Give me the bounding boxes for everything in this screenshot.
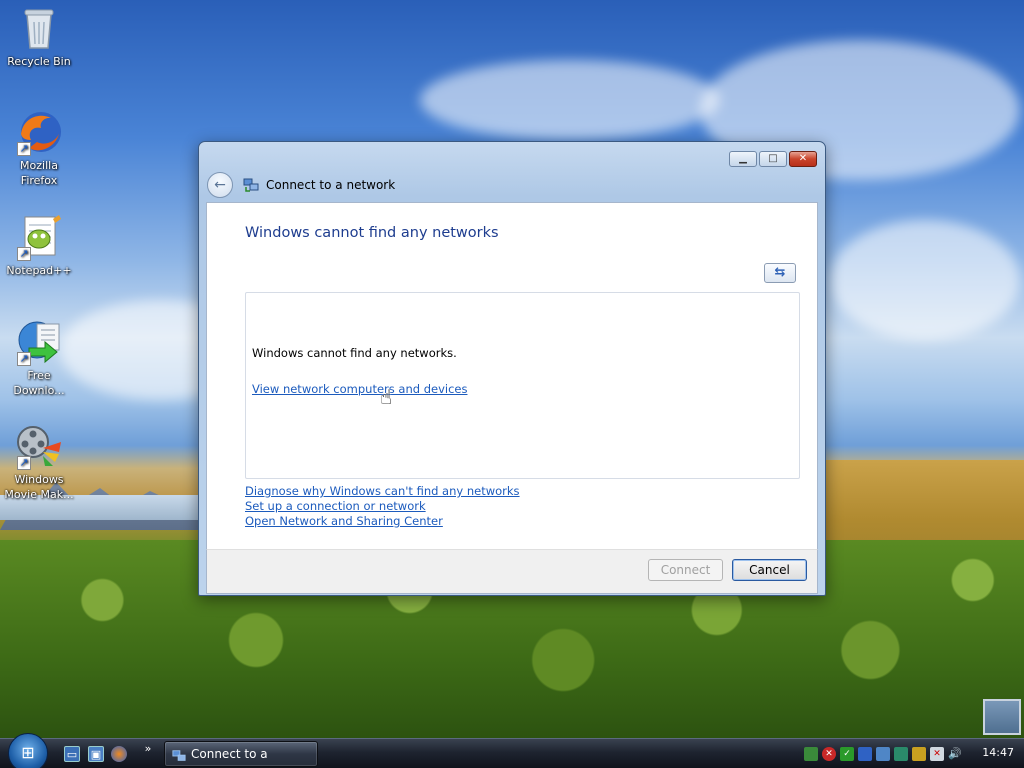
- network-disconnected-icon[interactable]: ✕: [930, 747, 944, 761]
- network-list[interactable]: Windows cannot find any networks. View n…: [245, 292, 800, 479]
- window-title: Connect to a network: [266, 178, 396, 192]
- view-network-computers-link[interactable]: View network computers and devices: [252, 382, 467, 396]
- security-alert-icon[interactable]: ✕: [822, 747, 836, 761]
- desktop-icon-notepad-plus-plus[interactable]: ↗ Notepad++: [2, 213, 76, 278]
- recycle-bin-icon: [15, 4, 63, 52]
- no-networks-message: Windows cannot find any networks.: [252, 346, 457, 360]
- switch-windows-icon[interactable]: ▣: [88, 746, 104, 762]
- desktop-icon-label: Windows Movie Mak...: [4, 473, 74, 501]
- notepad-plus-plus-icon: ↗: [15, 213, 63, 261]
- cloud: [420, 60, 720, 140]
- cloud: [830, 220, 1020, 340]
- taskbar: ⊞ ▭ ▣ » Connect to a network ✕ ✓ ✕ 🔊 14:…: [0, 733, 1024, 768]
- network-connection-icon: [243, 177, 259, 193]
- setup-connection-link[interactable]: Set up a connection or network: [245, 499, 426, 513]
- refresh-button[interactable]: ⇆: [764, 263, 796, 283]
- hand-cursor-icon: ☝: [380, 385, 393, 409]
- tray-app-icon[interactable]: [912, 747, 926, 761]
- taskbar-clock[interactable]: 14:47: [982, 746, 1014, 759]
- firefox-icon: ↗: [15, 108, 63, 156]
- connect-button[interactable]: Connect: [648, 559, 723, 581]
- cancel-button[interactable]: Cancel: [732, 559, 807, 581]
- diagnose-link[interactable]: Diagnose why Windows can't find any netw…: [245, 484, 520, 498]
- tray-app-icon[interactable]: [804, 747, 818, 761]
- close-button[interactable]: ✕: [789, 151, 817, 167]
- taskbar-item-label: Connect to a network: [191, 747, 268, 761]
- free-download-manager-icon: ↗: [15, 318, 63, 366]
- shortcut-arrow-icon: ↗: [17, 247, 31, 261]
- task-links: Diagnose why Windows can't find any netw…: [245, 484, 520, 529]
- desktop-icon-label: Recycle Bin: [7, 55, 71, 68]
- desktop-icon-windows-movie-maker[interactable]: ↗ Windows Movie Mak...: [2, 422, 76, 502]
- network-connection-icon: [172, 747, 186, 761]
- dialog-content: Windows cannot find any networks ⇆ Windo…: [206, 202, 818, 549]
- refresh-icon: ⇆: [774, 265, 786, 280]
- desktop-icon-label: Notepad++: [6, 264, 72, 277]
- start-button[interactable]: ⊞: [8, 733, 48, 768]
- tray-app-icon[interactable]: [894, 747, 908, 761]
- firefox-quicklaunch-icon[interactable]: [111, 746, 127, 762]
- page-heading: Windows cannot find any networks: [245, 225, 499, 241]
- bluetooth-icon[interactable]: [858, 747, 872, 761]
- desktop-icon-firefox[interactable]: ↗ Mozilla Firefox: [2, 108, 76, 188]
- shortcut-arrow-icon: ↗: [17, 142, 31, 156]
- window-controls: ▁ □ ✕: [729, 151, 817, 167]
- desktop-icon-label: Free Downlo...: [13, 369, 65, 397]
- shield-icon[interactable]: ✓: [840, 747, 854, 761]
- desktop-icon-free-download-manager[interactable]: ↗ Free Downlo...: [2, 318, 76, 398]
- sidebar-slideshow-gadget[interactable]: [983, 699, 1021, 735]
- display-icon[interactable]: [876, 747, 890, 761]
- windows-logo-icon: ⊞: [21, 743, 35, 762]
- shortcut-arrow-icon: ↗: [17, 456, 31, 470]
- dialog-footer: Connect Cancel: [206, 549, 818, 594]
- back-arrow-icon[interactable]: ←: [207, 172, 233, 198]
- windows-movie-maker-icon: ↗: [15, 422, 63, 470]
- connect-to-network-window: ▁ □ ✕ ← Connect to a network Windows can…: [198, 141, 826, 596]
- show-desktop-icon[interactable]: ▭: [64, 746, 80, 762]
- desktop-icon-label: Mozilla Firefox: [20, 159, 58, 187]
- quicklaunch-more-button[interactable]: »: [140, 741, 156, 757]
- maximize-button[interactable]: □: [759, 151, 787, 167]
- shortcut-arrow-icon: ↗: [17, 352, 31, 366]
- network-sharing-center-link[interactable]: Open Network and Sharing Center: [245, 514, 443, 528]
- volume-icon[interactable]: 🔊: [948, 747, 962, 761]
- navigation-bar: ← Connect to a network: [207, 172, 395, 198]
- desktop-icon-recycle-bin[interactable]: Recycle Bin: [2, 4, 76, 69]
- minimize-button[interactable]: ▁: [729, 151, 757, 167]
- taskbar-item-connect-to-network[interactable]: Connect to a network: [164, 741, 318, 767]
